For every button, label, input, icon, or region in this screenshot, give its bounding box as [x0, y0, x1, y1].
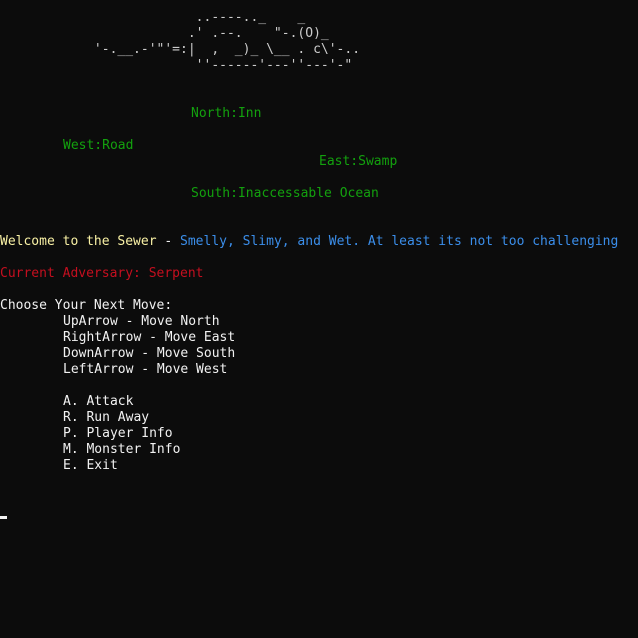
direction-west: West:Road [63, 138, 134, 153]
ascii-art-line-1: ..----.._ _ [0, 10, 306, 25]
welcome-separator: - [156, 234, 181, 249]
welcome-description: Smelly, Slimy, and Wet. At least its not… [180, 234, 619, 249]
move-option-south: DownArrow - Move South [63, 346, 236, 361]
ascii-art-line-3: '-.__.-'"'=:| , _)_ \__ . c\'-.. [0, 42, 361, 57]
current-adversary: Current Adversary: Serpent [0, 266, 204, 281]
welcome-location: Welcome to the Sewer [0, 234, 157, 249]
ascii-art-line-2: .' .--. "-.(O)_ [0, 26, 329, 41]
action-player-info: P. Player Info [63, 426, 173, 441]
action-run-away: R. Run Away [63, 410, 150, 425]
move-option-west: LeftArrow - Move West [63, 362, 228, 377]
direction-north: North:Inn [191, 106, 262, 121]
action-monster-info: M. Monster Info [63, 442, 181, 457]
action-attack: A. Attack [63, 394, 134, 409]
action-exit: E. Exit [63, 458, 118, 473]
welcome-line: Welcome to the Sewer - Smelly, Slimy, an… [0, 234, 618, 250]
ascii-art-line-4: ''------'---''---'-" [0, 58, 353, 73]
console-cursor[interactable] [0, 516, 7, 519]
direction-east: East:Swamp [319, 154, 398, 169]
direction-south: South:Inaccessable Ocean [191, 186, 379, 201]
move-option-east: RightArrow - Move East [63, 330, 236, 345]
menu-prompt: Choose Your Next Move: [0, 298, 173, 313]
move-option-north: UpArrow - Move North [63, 314, 220, 329]
